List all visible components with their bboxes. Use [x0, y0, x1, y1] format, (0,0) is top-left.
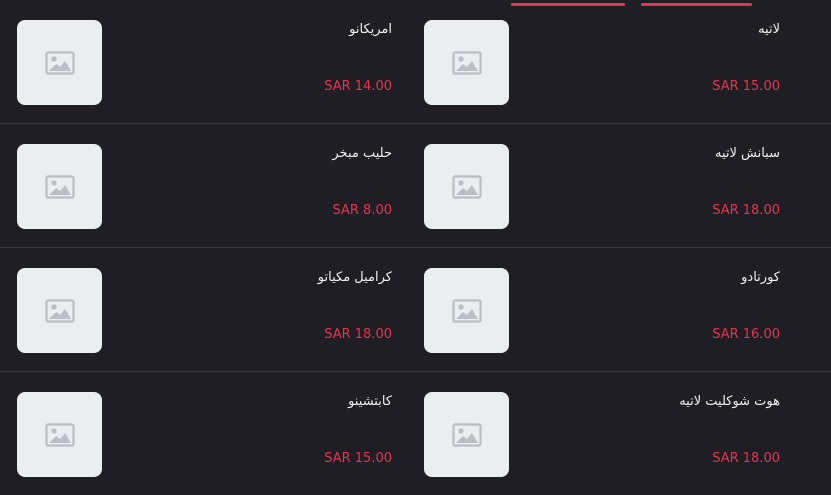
- product-card[interactable]: لاتيه SAR 15.00: [406, 20, 812, 105]
- product-name: هوت شوكليت لاتيه: [679, 394, 780, 409]
- image-placeholder-icon: [44, 298, 75, 323]
- product-price: SAR 18.00: [712, 203, 780, 218]
- product-image: [17, 392, 102, 477]
- product-menu-page: لاتيه SAR 15.00 امريكانو SAR 14.00 سبانش…: [0, 0, 831, 495]
- product-image: [424, 268, 509, 353]
- product-row: سبانش لاتيه SAR 18.00 حليب مبخر SAR 8.00: [0, 124, 831, 248]
- product-price: SAR 16.00: [712, 327, 780, 342]
- product-price: SAR 15.00: [712, 79, 780, 94]
- product-image: [424, 392, 509, 477]
- product-card[interactable]: كراميل مكياتو SAR 18.00: [0, 268, 406, 353]
- product-card[interactable]: كورتادو SAR 16.00: [406, 268, 812, 353]
- product-card[interactable]: امريكانو SAR 14.00: [0, 20, 406, 105]
- image-placeholder-icon: [44, 50, 75, 75]
- image-placeholder-icon: [451, 422, 482, 447]
- product-price: SAR 18.00: [324, 327, 392, 342]
- product-price: SAR 15.00: [324, 451, 392, 466]
- product-name: كابتشينو: [348, 394, 392, 409]
- product-name: حليب مبخر: [332, 146, 392, 161]
- product-name: كورتادو: [741, 270, 780, 285]
- product-image: [424, 144, 509, 229]
- product-price: SAR 18.00: [712, 451, 780, 466]
- product-image: [17, 20, 102, 105]
- product-card[interactable]: كابتشينو SAR 15.00: [0, 392, 406, 477]
- product-card[interactable]: حليب مبخر SAR 8.00: [0, 144, 406, 229]
- image-placeholder-icon: [451, 50, 482, 75]
- product-image: [17, 268, 102, 353]
- product-image: [17, 144, 102, 229]
- product-card[interactable]: سبانش لاتيه SAR 18.00: [406, 144, 812, 229]
- product-row: كورتادو SAR 16.00 كراميل مكياتو SAR 18.0…: [0, 248, 831, 372]
- product-row: هوت شوكليت لاتيه SAR 18.00 كابتشينو SAR …: [0, 372, 831, 495]
- product-image: [424, 20, 509, 105]
- image-placeholder-icon: [451, 298, 482, 323]
- image-placeholder-icon: [451, 174, 482, 199]
- product-name: سبانش لاتيه: [714, 146, 780, 161]
- product-card[interactable]: هوت شوكليت لاتيه SAR 18.00: [406, 392, 812, 477]
- image-placeholder-icon: [44, 422, 75, 447]
- product-name: لاتيه: [758, 22, 780, 37]
- product-name: امريكانو: [349, 22, 392, 37]
- product-name: كراميل مكياتو: [317, 270, 392, 285]
- product-row: لاتيه SAR 15.00 امريكانو SAR 14.00: [0, 0, 831, 124]
- product-price: SAR 8.00: [332, 203, 393, 218]
- product-price: SAR 14.00: [324, 79, 392, 94]
- image-placeholder-icon: [44, 174, 75, 199]
